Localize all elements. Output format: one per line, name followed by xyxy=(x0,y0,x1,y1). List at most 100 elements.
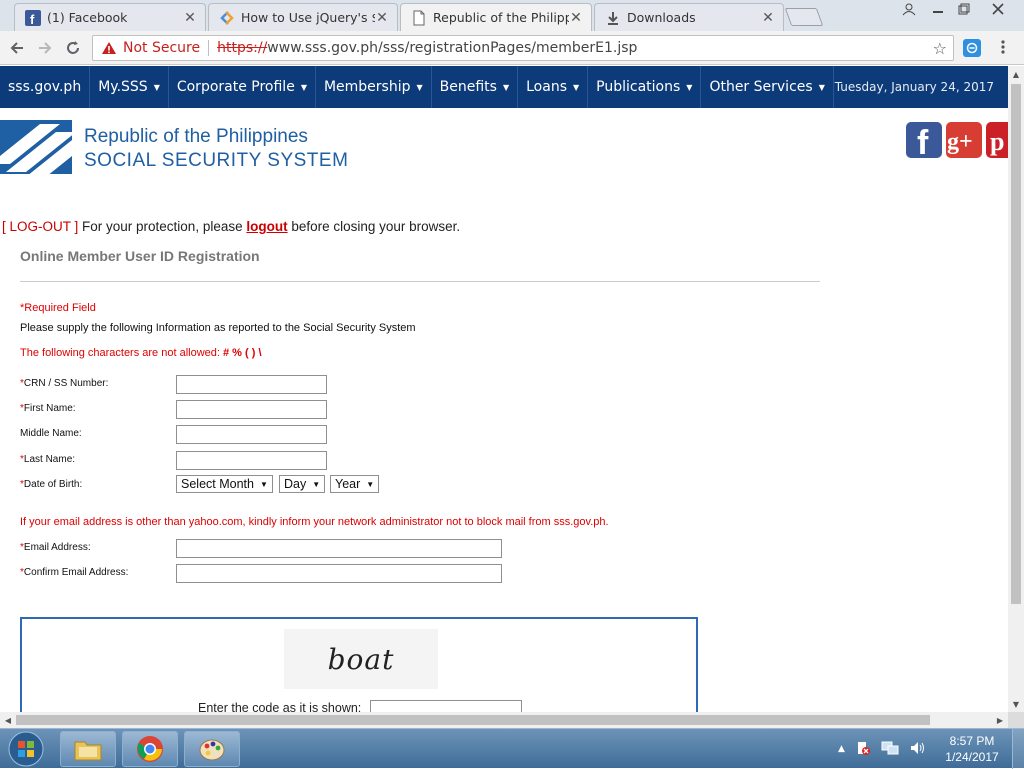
crn-input[interactable] xyxy=(176,375,327,394)
caret-down-icon: ▼ xyxy=(153,82,160,92)
vertical-scrollbar[interactable]: ▲ ▼ xyxy=(1008,66,1024,712)
scroll-right-icon[interactable]: ▶ xyxy=(992,712,1008,728)
nav-item-benefits[interactable]: Benefits ▼ xyxy=(432,66,519,108)
scroll-thumb[interactable] xyxy=(16,715,930,725)
bookmark-star-icon[interactable]: ☆ xyxy=(933,39,947,58)
facebook-icon: f xyxy=(25,9,41,26)
scroll-down-icon[interactable]: ▼ xyxy=(1008,696,1024,712)
middle-name-input[interactable] xyxy=(176,425,327,444)
site-nav: sss.gov.ph My.SSS ▼ Corporate Profile ▼ Me… xyxy=(0,66,1008,108)
forward-arrow-icon[interactable] xyxy=(34,37,56,59)
label-text: First Name: xyxy=(23,403,76,414)
logout-link[interactable]: logout xyxy=(246,219,287,234)
caret-down-icon: ▼ xyxy=(818,82,825,92)
new-tab-button[interactable] xyxy=(784,8,824,26)
nav-item-home[interactable]: sss.gov.ph xyxy=(0,66,91,108)
svg-text:p: p xyxy=(990,127,1004,156)
pinterest-icon[interactable]: p xyxy=(986,122,1008,158)
menu-dots-icon[interactable] xyxy=(998,39,1008,57)
extension-icon[interactable] xyxy=(963,39,981,57)
action-center-icon[interactable] xyxy=(855,740,871,759)
tab-jquery[interactable]: How to Use jQuery's $.aj ✕ xyxy=(208,3,398,31)
nav-item-corporate-profile[interactable]: Corporate Profile ▼ xyxy=(169,66,316,108)
dropdown-arrow-icon: ▼ xyxy=(366,479,375,489)
tab-sss[interactable]: Republic of the Philippin ✕ xyxy=(400,3,592,31)
page-icon xyxy=(411,10,427,26)
scroll-left-icon[interactable]: ◀ xyxy=(0,712,16,728)
logout-tag[interactable]: [ LOG-OUT ] xyxy=(2,219,78,234)
first-name-input[interactable] xyxy=(176,400,327,419)
google-plus-icon[interactable]: g+ xyxy=(946,122,982,158)
svg-text:f: f xyxy=(30,12,35,26)
start-button[interactable] xyxy=(4,731,48,767)
show-hidden-icons-icon[interactable]: ▲ xyxy=(838,744,845,754)
nav-label: sss.gov.ph xyxy=(8,79,82,95)
captcha-label: Enter the code as it is shown: xyxy=(198,701,362,712)
nav-label: Corporate Profile xyxy=(176,79,295,95)
scroll-thumb[interactable] xyxy=(1011,84,1021,604)
restore-icon[interactable] xyxy=(952,0,976,18)
dob-day-select[interactable]: Day ▼ xyxy=(279,475,326,493)
horizontal-scrollbar[interactable]: ◀ ▶ xyxy=(0,712,1008,728)
last-name-input[interactable] xyxy=(176,451,327,470)
tab-title: Republic of the Philippin xyxy=(433,10,569,25)
dob-year-select[interactable]: Year ▼ xyxy=(330,475,380,493)
scroll-up-icon[interactable]: ▲ xyxy=(1008,66,1024,82)
tab-title: (1) Facebook xyxy=(47,10,128,25)
system-tray: ▲ xyxy=(838,729,925,769)
nav-label: Loans xyxy=(526,79,567,95)
close-tab-icon[interactable]: ✕ xyxy=(569,10,583,26)
email-input[interactable] xyxy=(176,539,502,558)
supply-note: Please supply the following Information … xyxy=(20,322,416,334)
nav-label: Benefits xyxy=(439,79,497,95)
nav-label: Membership xyxy=(323,79,411,95)
chrome-taskbar-button[interactable] xyxy=(122,731,178,767)
nav-item-my-sss[interactable]: My.SSS ▼ xyxy=(90,66,169,108)
captcha-input[interactable] xyxy=(370,700,522,712)
sss-logo[interactable] xyxy=(0,120,72,174)
back-arrow-icon[interactable] xyxy=(6,37,28,59)
chars-list: # % ( ) \ xyxy=(223,347,262,359)
user-icon[interactable] xyxy=(898,0,920,18)
label-text: Date of Birth: xyxy=(23,479,83,490)
confirm-email-input[interactable] xyxy=(176,564,502,583)
code-icon xyxy=(219,10,235,26)
reload-icon[interactable] xyxy=(62,37,84,59)
nav-item-membership[interactable]: Membership ▼ xyxy=(316,66,432,108)
tab-downloads[interactable]: Downloads ✕ xyxy=(594,3,784,31)
close-window-icon[interactable] xyxy=(980,0,1016,18)
tab-strip: f (1) Facebook ✕ How to Use jQuery's $.a… xyxy=(0,0,1024,31)
warning-icon xyxy=(102,42,116,54)
not-secure-badge[interactable]: Not Secure xyxy=(101,40,200,56)
volume-icon[interactable] xyxy=(909,740,925,759)
facebook-share-icon[interactable]: f xyxy=(906,122,942,158)
folder-icon xyxy=(74,741,102,761)
network-icon[interactable] xyxy=(881,740,899,759)
label-text: Email Address: xyxy=(23,542,91,553)
tab-facebook[interactable]: f (1) Facebook ✕ xyxy=(14,3,206,31)
nav-label: Publications xyxy=(596,79,681,95)
nav-label: Other Services xyxy=(709,79,813,95)
paint-taskbar-button[interactable] xyxy=(184,731,240,767)
address-bar[interactable]: Not Secure https:// www.sss.gov.ph/sss/r… xyxy=(92,35,954,61)
show-desktop-button[interactable] xyxy=(1012,729,1024,769)
middle-name-label: Middle Name: xyxy=(20,428,82,439)
dob-month-select[interactable]: Select Month ▼ xyxy=(176,475,273,493)
taskbar-clock[interactable]: 8:57 PM 1/24/2017 xyxy=(942,733,1002,765)
nav-item-publications[interactable]: Publications ▼ xyxy=(588,66,702,108)
nav-date: Tuesday, January 24, 2017 xyxy=(834,80,994,94)
nav-item-other-services[interactable]: Other Services ▼ xyxy=(701,66,834,108)
confirm-email-label: *Confirm Email Address: xyxy=(20,567,129,578)
tab-title: How to Use jQuery's $.aj xyxy=(241,10,375,25)
close-tab-icon[interactable]: ✕ xyxy=(375,10,389,26)
close-tab-icon[interactable]: ✕ xyxy=(761,10,775,26)
explorer-taskbar-button[interactable] xyxy=(60,731,116,767)
minimize-icon[interactable] xyxy=(926,0,950,18)
download-icon xyxy=(605,10,621,26)
label-text: Middle Name: xyxy=(20,428,82,439)
dob-label: *Date of Birth: xyxy=(20,479,83,490)
select-value: Day xyxy=(284,477,307,491)
nav-item-loans[interactable]: Loans ▼ xyxy=(518,66,589,108)
url-text: www.sss.gov.ph/sss/registrationPages/mem… xyxy=(267,40,638,56)
close-tab-icon[interactable]: ✕ xyxy=(183,10,197,26)
